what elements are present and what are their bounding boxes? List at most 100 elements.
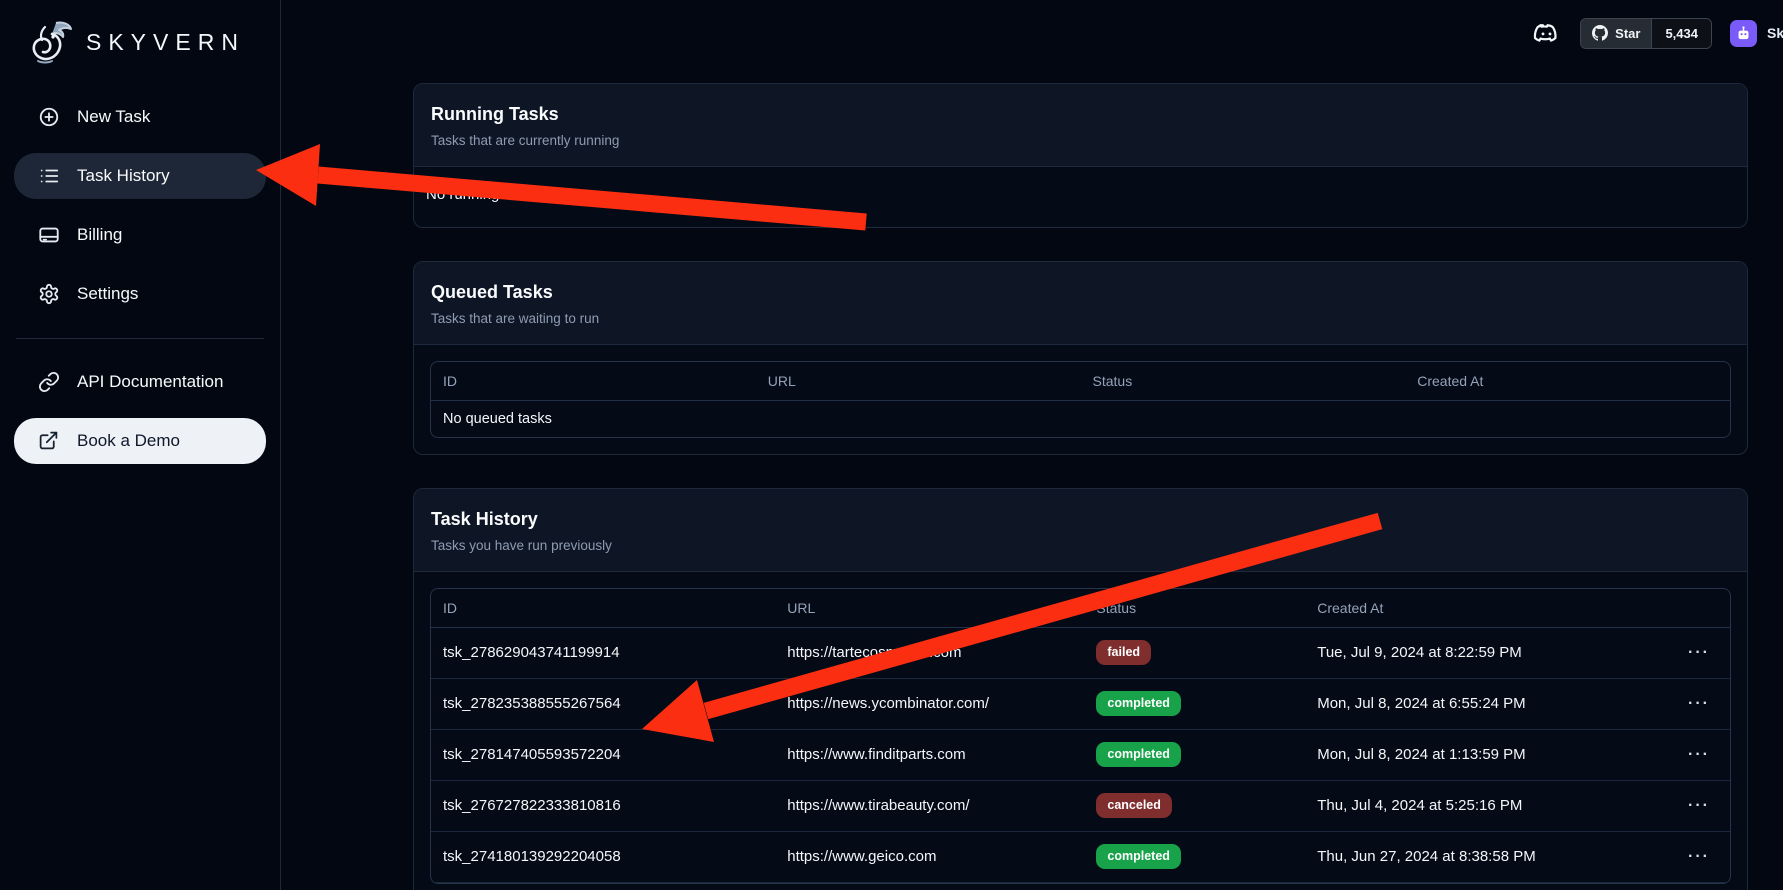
task-url-cell: https://tartecosmetics.com — [775, 627, 1084, 678]
queued-empty-message: No queued tasks — [431, 400, 1730, 437]
task-actions-cell: ··· — [1613, 678, 1730, 729]
gear-icon — [38, 283, 60, 305]
github-star-button[interactable]: Star 5,434 — [1580, 18, 1712, 49]
status-badge: completed — [1096, 742, 1181, 766]
task-created-at-cell: Mon, Jul 8, 2024 at 6:55:24 PM — [1305, 678, 1613, 729]
running-tasks-card: Running Tasks Tasks that are currently r… — [413, 83, 1748, 228]
status-badge: completed — [1096, 691, 1181, 715]
sidebar-item-task-history[interactable]: Task History — [14, 153, 266, 199]
user-avatar[interactable] — [1730, 20, 1757, 47]
row-actions-menu-button[interactable]: ··· — [1688, 747, 1710, 763]
sidebar-item-label: Billing — [77, 225, 122, 245]
credit-card-icon — [38, 224, 60, 246]
task-created-at-cell: Thu, Jul 4, 2024 at 5:25:16 PM — [1305, 780, 1613, 831]
task-history-row[interactable]: tsk_274180139292204058 https://www.geico… — [431, 831, 1730, 882]
status-badge: completed — [1096, 844, 1181, 868]
task-history-row[interactable]: tsk_278147405593572204 https://www.findi… — [431, 729, 1730, 780]
column-header-id: ID — [431, 362, 756, 400]
task-actions-cell: ··· — [1613, 831, 1730, 882]
column-header-actions — [1613, 589, 1730, 627]
task-actions-cell: ··· — [1613, 627, 1730, 678]
sidebar-item-api-documentation[interactable]: API Documentation — [14, 359, 266, 405]
card-title: Task History — [431, 509, 1730, 530]
column-header-status: Status — [1081, 362, 1406, 400]
row-actions-menu-button[interactable]: ··· — [1688, 645, 1710, 661]
task-url-cell: https://www.geico.com — [775, 831, 1084, 882]
skyvern-dragon-logo-icon — [26, 17, 76, 67]
task-status-cell: completed — [1084, 729, 1305, 780]
topbar: Star 5,434 Sk — [281, 0, 1783, 66]
discord-icon[interactable] — [1530, 17, 1562, 49]
circle-plus-icon — [38, 106, 60, 128]
queued-tasks-card: Queued Tasks Tasks that are waiting to r… — [413, 261, 1748, 455]
task-status-cell: completed — [1084, 678, 1305, 729]
github-star-label: Star — [1615, 26, 1640, 41]
task-actions-cell: ··· — [1613, 780, 1730, 831]
column-header-status: Status — [1084, 589, 1305, 627]
list-icon — [38, 165, 60, 187]
table-header-row: ID URL Status Created At — [431, 362, 1730, 400]
sidebar-item-label: Task History — [77, 166, 170, 186]
card-subtitle: Tasks that are currently running — [431, 133, 1730, 148]
task-created-at-cell: Mon, Jul 8, 2024 at 1:13:59 PM — [1305, 729, 1613, 780]
row-actions-menu-button[interactable]: ··· — [1688, 696, 1710, 712]
task-url-cell: https://www.tirabeauty.com/ — [775, 780, 1084, 831]
card-subtitle: Tasks you have run previously — [431, 538, 1730, 553]
column-header-id: ID — [431, 589, 775, 627]
status-badge: failed — [1096, 640, 1151, 664]
sidebar-item-label: New Task — [77, 107, 150, 127]
queued-empty-row: No queued tasks — [431, 400, 1730, 437]
row-actions-menu-button[interactable]: ··· — [1688, 798, 1710, 814]
task-created-at-cell: Thu, Jun 27, 2024 at 8:38:58 PM — [1305, 831, 1613, 882]
task-url-cell: https://news.ycombinator.com/ — [775, 678, 1084, 729]
github-logo-icon — [1592, 25, 1608, 41]
queued-tasks-header: Queued Tasks Tasks that are waiting to r… — [414, 262, 1747, 345]
sidebar: SKYVERN New Task Task History — [0, 0, 281, 890]
task-status-cell: canceled — [1084, 780, 1305, 831]
sidebar-item-settings[interactable]: Settings — [14, 271, 266, 317]
column-header-url: URL — [775, 589, 1084, 627]
task-id-cell: tsk_278235388555267564 — [431, 678, 775, 729]
card-title: Queued Tasks — [431, 282, 1730, 303]
task-status-cell: failed — [1084, 627, 1305, 678]
task-id-cell: tsk_278147405593572204 — [431, 729, 775, 780]
task-url-cell: https://www.finditparts.com — [775, 729, 1084, 780]
sidebar-item-label: Settings — [77, 284, 138, 304]
task-history-header: Task History Tasks you have run previous… — [414, 489, 1747, 572]
task-history-row[interactable]: tsk_278629043741199914 https://tartecosm… — [431, 627, 1730, 678]
github-star-count: 5,434 — [1651, 19, 1711, 48]
task-created-at-cell: Tue, Jul 9, 2024 at 8:22:59 PM — [1305, 627, 1613, 678]
external-link-icon — [38, 430, 60, 452]
row-actions-menu-button[interactable]: ··· — [1688, 849, 1710, 865]
running-tasks-empty-message: No running tasks — [414, 167, 1747, 222]
main-content: Running Tasks Tasks that are currently r… — [281, 0, 1783, 890]
queued-tasks-table: ID URL Status Created At No queued tasks — [430, 361, 1731, 438]
task-history-row[interactable]: tsk_278235388555267564 https://news.ycom… — [431, 678, 1730, 729]
task-id-cell: tsk_278629043741199914 — [431, 627, 775, 678]
status-badge: canceled — [1096, 793, 1172, 817]
book-a-demo-button[interactable]: Book a Demo — [14, 418, 266, 464]
task-id-cell: tsk_274180139292204058 — [431, 831, 775, 882]
column-header-url: URL — [756, 362, 1081, 400]
column-header-created-at: Created At — [1305, 589, 1613, 627]
task-history-card: Task History Tasks you have run previous… — [413, 488, 1748, 890]
sidebar-divider — [16, 338, 264, 339]
card-subtitle: Tasks that are waiting to run — [431, 311, 1730, 326]
link-icon — [38, 371, 60, 393]
user-name-clipped: Sk — [1767, 25, 1783, 41]
brand-logo: SKYVERN — [14, 10, 266, 72]
table-header-row: ID URL Status Created At — [431, 589, 1730, 627]
sidebar-item-label: API Documentation — [77, 372, 223, 392]
running-tasks-header: Running Tasks Tasks that are currently r… — [414, 84, 1747, 167]
brand-name: SKYVERN — [86, 29, 245, 56]
sidebar-nav: New Task Task History Billing — [14, 94, 266, 477]
task-status-cell: completed — [1084, 831, 1305, 882]
column-header-created-at: Created At — [1405, 362, 1730, 400]
card-title: Running Tasks — [431, 104, 1730, 125]
task-id-cell: tsk_276727822333810816 — [431, 780, 775, 831]
task-history-row[interactable]: tsk_276727822333810816 https://www.tirab… — [431, 780, 1730, 831]
sidebar-item-new-task[interactable]: New Task — [14, 94, 266, 140]
sidebar-item-billing[interactable]: Billing — [14, 212, 266, 258]
task-history-table: ID URL Status Created At tsk_27862904374… — [430, 588, 1731, 884]
task-actions-cell: ··· — [1613, 729, 1730, 780]
